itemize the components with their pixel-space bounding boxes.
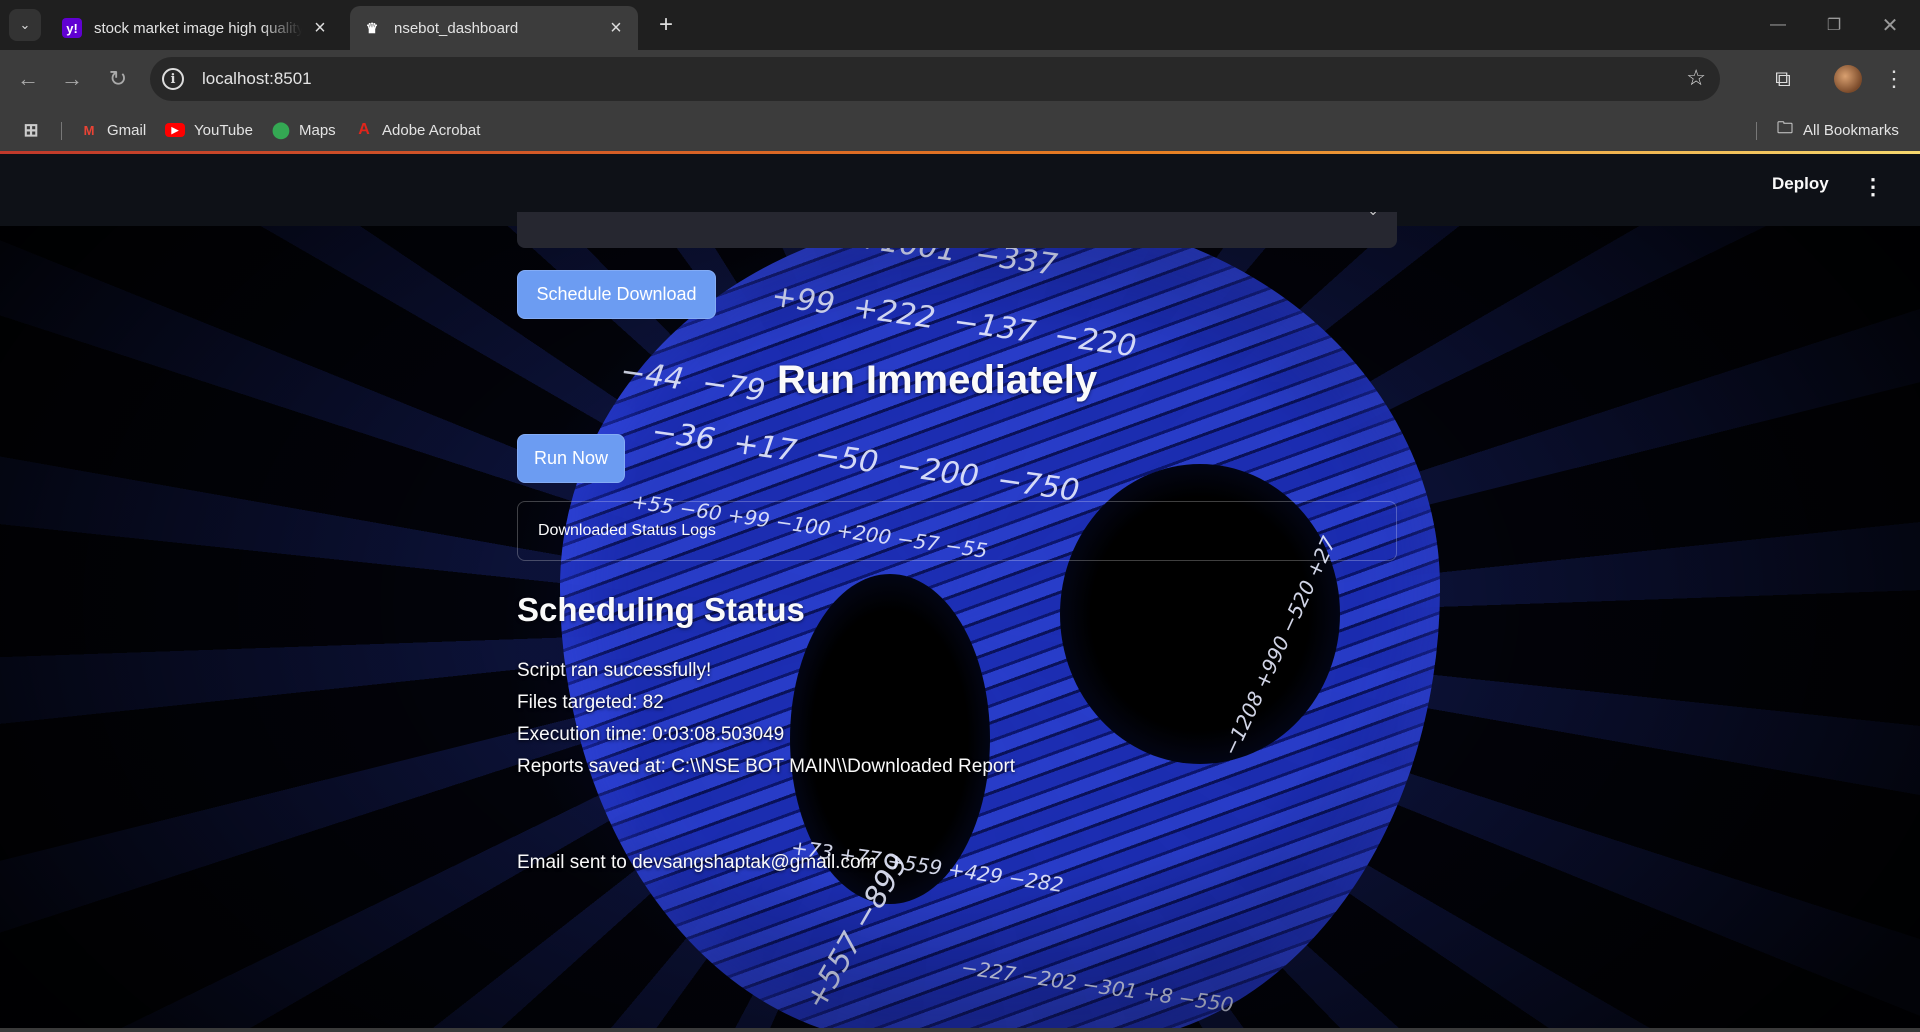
email-sent-line: Email sent to devsangshaptak@gmail.com xyxy=(517,852,877,873)
browser-toolbar: ← → ↻ i localhost:8501 ☆ ⧉ ⋮ xyxy=(0,50,1920,108)
youtube-icon: ▶ xyxy=(165,123,185,137)
forward-button[interactable]: → xyxy=(57,64,87,94)
browser-menu-button[interactable]: ⋮ xyxy=(1879,64,1909,94)
tab-title: nsebot_dashboard xyxy=(394,19,519,37)
minimize-button[interactable]: — xyxy=(1758,10,1798,40)
reload-button[interactable]: ↻ xyxy=(103,64,133,94)
gmail-icon: M xyxy=(83,122,95,138)
divider xyxy=(1756,122,1757,140)
address-bar[interactable]: i localhost:8501 ☆ xyxy=(150,57,1720,101)
streamlit-icon: ♛ xyxy=(365,19,379,36)
bookmark-adobe-acrobat[interactable]: A Adobe Acrobat xyxy=(355,118,480,142)
chevron-down-icon: ⌄ xyxy=(19,17,31,32)
bookmarks-bar: ⊞ M Gmail ▶ YouTube ⬤ Maps A Adobe Acrob… xyxy=(0,108,1920,152)
acrobat-icon: A xyxy=(358,121,370,138)
close-icon[interactable]: × xyxy=(606,17,626,39)
status-line: Script ran successfully! xyxy=(517,660,712,681)
arrow-right-icon: → xyxy=(61,66,83,91)
url-text: localhost:8501 xyxy=(202,69,312,88)
apps-button[interactable]: ⊞ xyxy=(22,118,49,142)
puzzle-icon: ⧉ xyxy=(1775,66,1791,91)
back-button[interactable]: ← xyxy=(13,64,43,94)
close-icon: ✕ xyxy=(1881,14,1899,37)
scheduling-status-heading: Scheduling Status xyxy=(517,591,805,628)
plus-icon: + xyxy=(658,11,673,38)
tab-stock-market-image[interactable]: y! stock market image high quality × xyxy=(50,6,342,50)
close-window-button[interactable]: ✕ xyxy=(1870,10,1910,40)
maps-icon: ⬤ xyxy=(272,122,290,139)
avatar[interactable] xyxy=(1834,65,1862,93)
status-line: Files targeted: 82 xyxy=(517,692,664,713)
arrow-left-icon: ← xyxy=(17,66,39,91)
new-tab-button[interactable]: + xyxy=(652,11,680,39)
run-immediately-heading: Run Immediately xyxy=(777,358,1098,402)
minimize-icon: — xyxy=(1770,16,1786,33)
bookmark-label: Gmail xyxy=(107,121,147,139)
yahoo-icon: y! xyxy=(62,18,82,38)
horizontal-scrollbar[interactable] xyxy=(0,1028,1920,1032)
bookmark-label: YouTube xyxy=(194,121,253,139)
restore-button[interactable]: ❐ xyxy=(1814,10,1854,40)
extensions-button[interactable]: ⧉ xyxy=(1768,64,1798,94)
schedule-time-select[interactable]: 01:30 ⌄ xyxy=(517,212,1397,248)
reload-icon: ↻ xyxy=(108,66,128,91)
status-line: Execution time: 0:03:08.503049 xyxy=(517,724,785,745)
divider xyxy=(61,122,62,140)
bookmark-label: Adobe Acrobat xyxy=(382,121,481,139)
star-icon[interactable]: ☆ xyxy=(1686,65,1706,91)
browser-tab-strip: ⌄ y! stock market image high quality × ♛… xyxy=(0,0,1920,50)
bookmark-youtube[interactable]: ▶ YouTube xyxy=(165,118,253,142)
schedule-download-button[interactable]: Schedule Download xyxy=(517,270,716,319)
close-icon[interactable]: × xyxy=(310,17,330,39)
tab-nsebot-dashboard[interactable]: ♛ nsebot_dashboard × xyxy=(350,6,638,50)
bookmark-gmail[interactable]: M Gmail xyxy=(80,118,147,142)
all-bookmarks-button[interactable]: 🗀 All Bookmarks xyxy=(1776,118,1899,142)
folder-icon: 🗀 xyxy=(1776,119,1793,137)
tab-search-button[interactable]: ⌄ xyxy=(9,9,41,41)
site-info-icon[interactable]: i xyxy=(162,68,184,90)
kebab-menu-icon: ⋮ xyxy=(1883,66,1905,91)
deploy-button[interactable]: Deploy xyxy=(1772,174,1829,194)
restore-icon: ❐ xyxy=(1826,17,1842,34)
expander-label: Downloaded Status Logs xyxy=(538,522,716,539)
status-line: Reports saved at: C:\\NSE BOT MAIN\\Down… xyxy=(517,756,1016,777)
bookmark-label: Maps xyxy=(299,121,336,139)
bookmark-maps[interactable]: ⬤ Maps xyxy=(272,118,336,142)
app-viewport[interactable]: +2 −76 +1001 −337 +99 +222 −137 −220 −44… xyxy=(0,154,1920,1032)
main-menu-button[interactable]: ⋮ xyxy=(1862,174,1884,200)
run-now-button[interactable]: Run Now xyxy=(517,434,625,483)
downloaded-status-logs-expander[interactable]: Downloaded Status Logs xyxy=(517,501,1397,561)
tab-title: stock market image high quality xyxy=(94,19,302,37)
apps-grid-icon: ⊞ xyxy=(23,119,39,140)
all-bookmarks-label: All Bookmarks xyxy=(1803,121,1899,139)
